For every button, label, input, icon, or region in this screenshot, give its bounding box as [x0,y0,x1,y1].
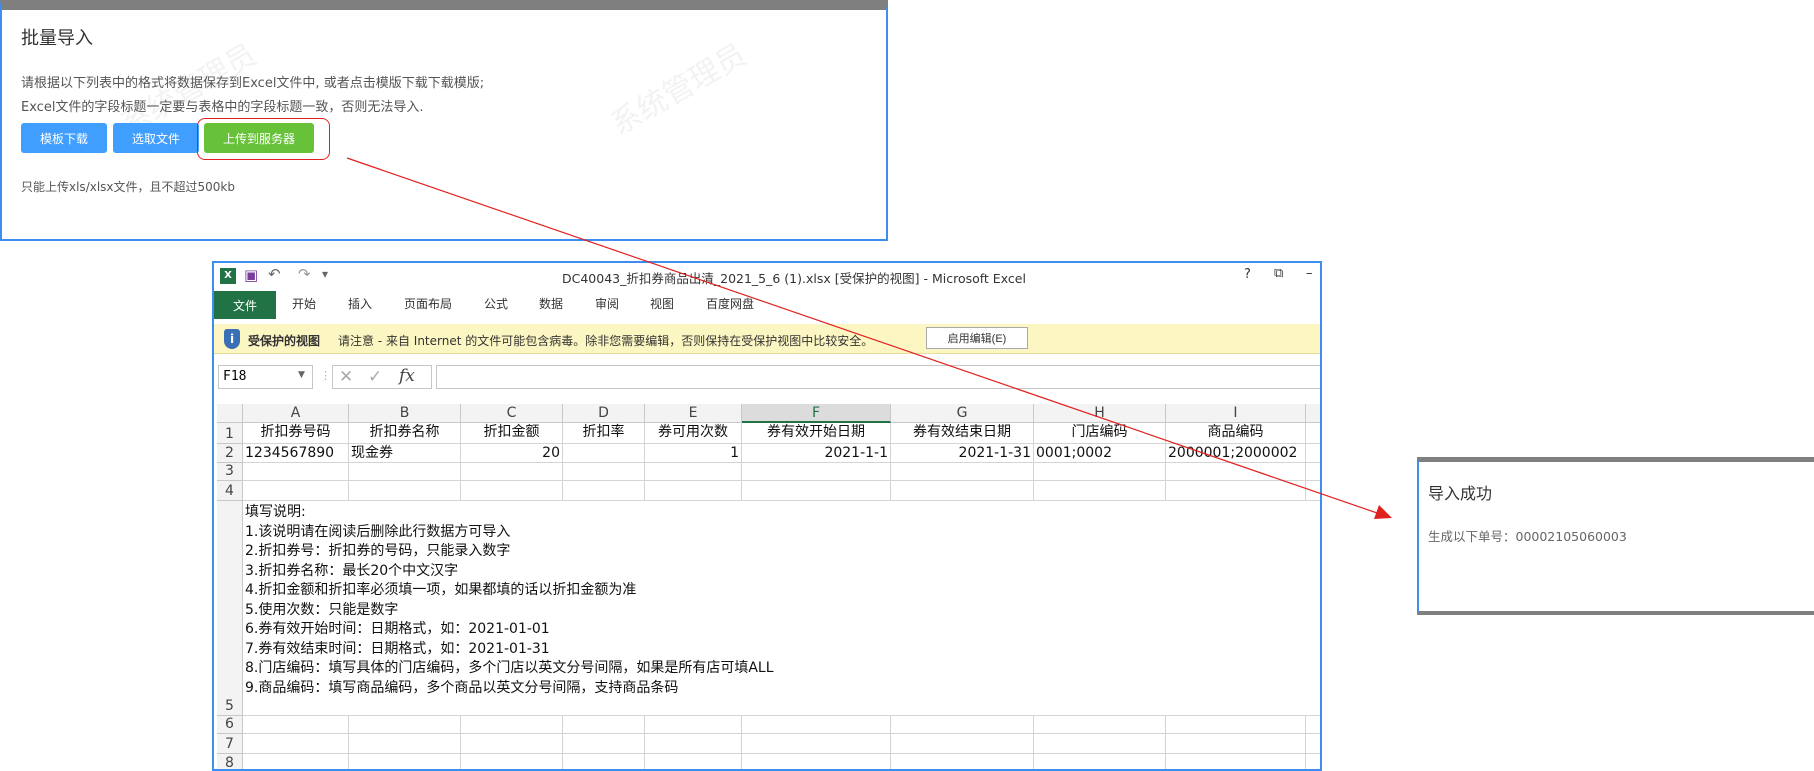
annotation-arrow [346,157,1392,519]
arrowhead-icon [1374,505,1392,519]
